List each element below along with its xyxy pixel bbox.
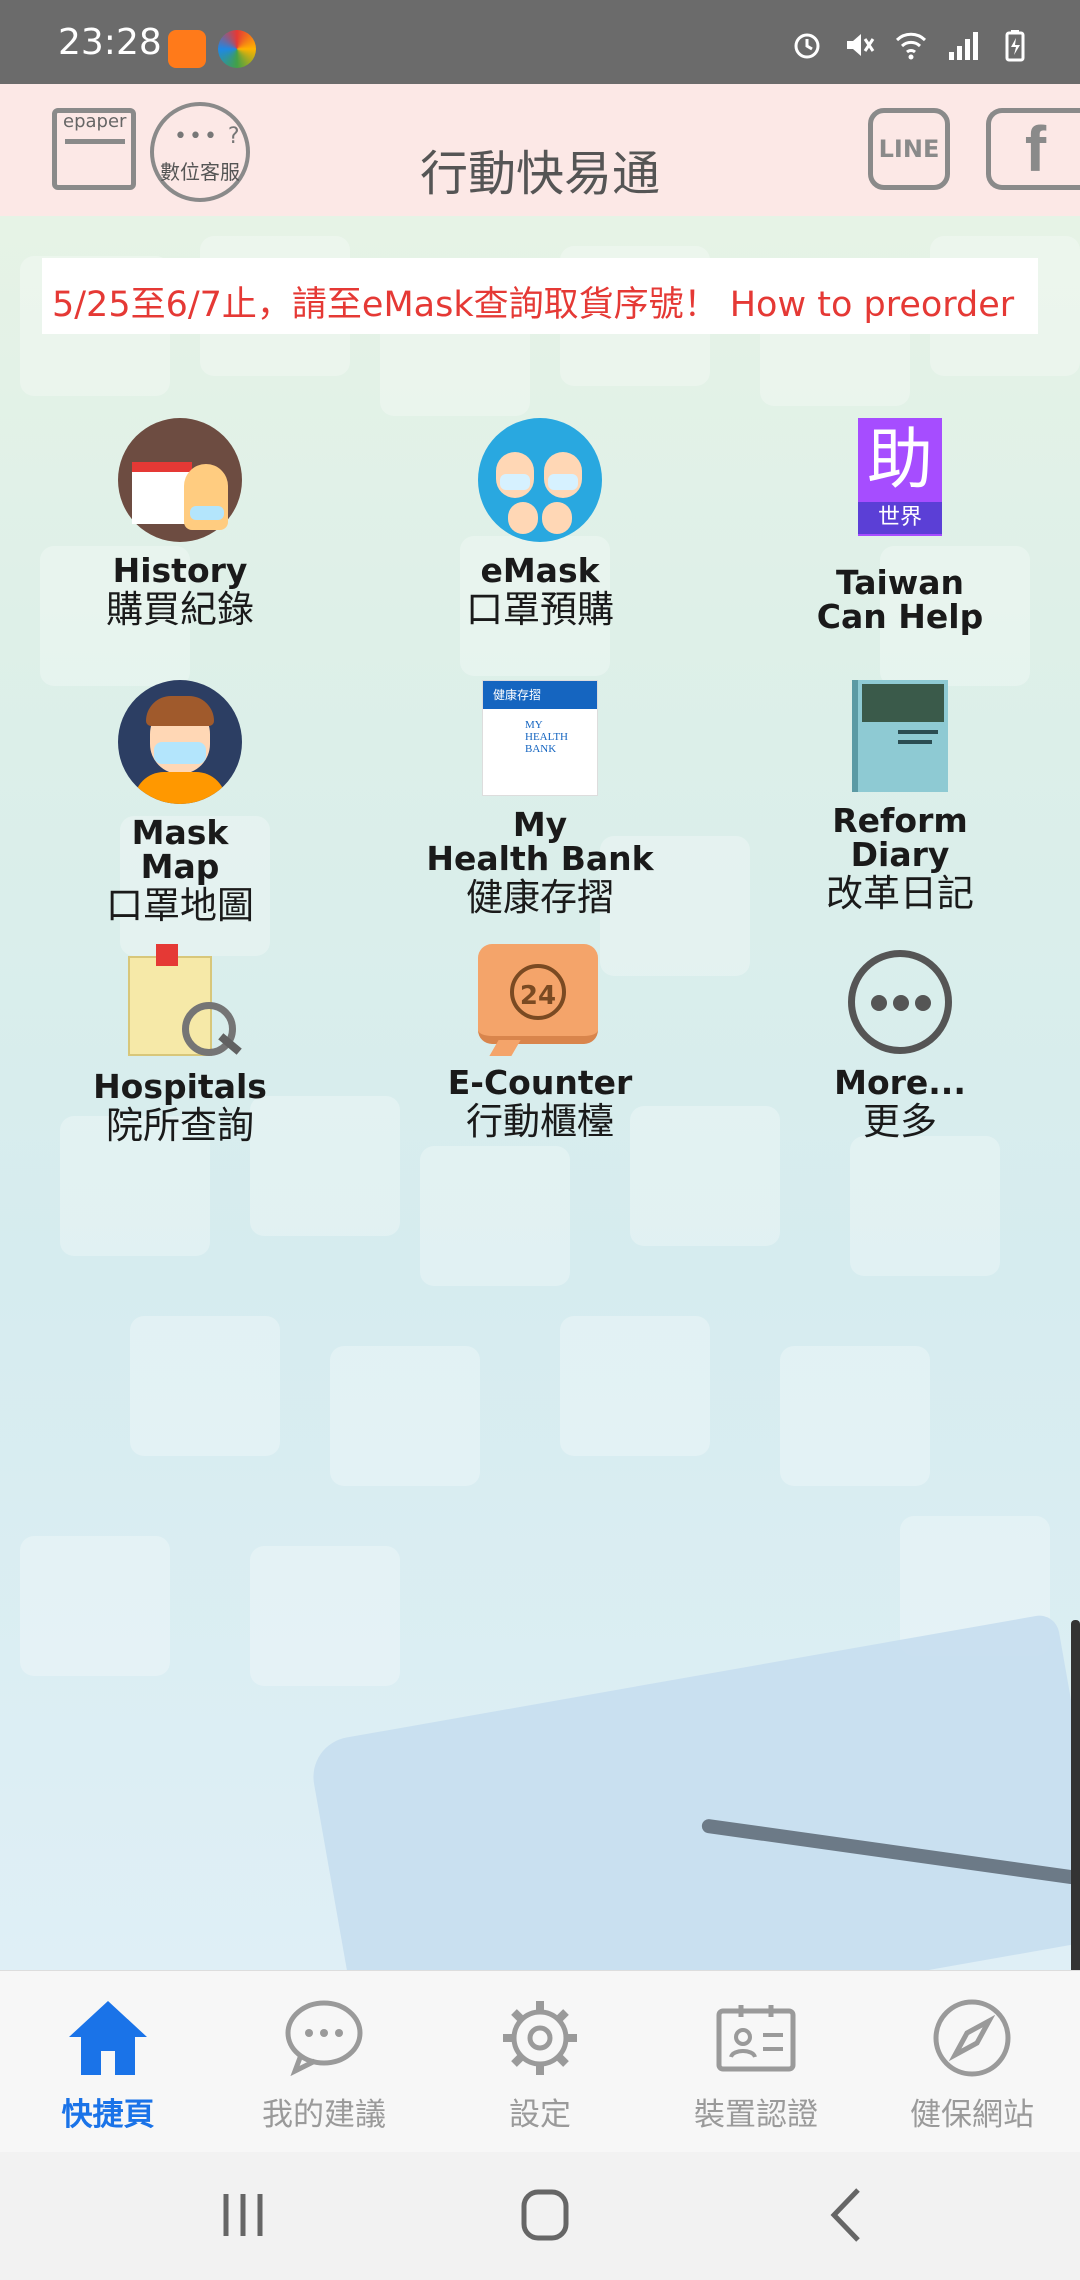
grid-item-zh-label: 更多 [863, 1100, 937, 1143]
taiwan-can-help-glyph: 助 [867, 421, 933, 498]
bottom-nav: 快捷頁 我的建議 設定 裝置認證 健保網站 [0, 1970, 1080, 2153]
grid-item-en-label: More... [834, 1063, 966, 1102]
grid-item-en-label: eMask [480, 551, 600, 590]
grid-item-zh-label: 行動櫃檯 [466, 1100, 614, 1143]
grid-item-mask-map[interactable]: Mask Map 口罩地圖 [0, 680, 360, 928]
24h-counter-icon: 24 [478, 944, 602, 1056]
grid-item-zh-label: 口罩地圖 [106, 884, 254, 927]
grid-item-zh-label: 購買紀錄 [106, 588, 254, 631]
book-icon [852, 680, 948, 792]
grid-item-zh-label: 健康存摺 [466, 876, 614, 919]
wifi-icon [894, 28, 928, 62]
signal-icon [946, 28, 980, 62]
tab-settings[interactable]: 設定 [432, 1971, 648, 2153]
facebook-button[interactable]: f [986, 108, 1080, 190]
tab-my-suggestions[interactable]: 我的建議 [216, 1971, 432, 2153]
battery-icon [998, 28, 1032, 62]
grid-item-zh-label: 院所查詢 [106, 1104, 254, 1147]
tab-device-auth[interactable]: 裝置認證 [648, 1971, 864, 2153]
system-navigation-bar [0, 2152, 1080, 2280]
tab-quick-page[interactable]: 快捷頁 [0, 1971, 216, 2153]
more-icon [848, 950, 952, 1054]
app-header: epaper ••• ? 數位客服 行動快易通 LINE f [0, 84, 1080, 216]
grid-item-taiwan-can-help[interactable]: 助 世界 Taiwan Can Help [720, 418, 1080, 634]
grid-item-en-label: Reform Diary [832, 801, 968, 874]
tab-label: 裝置認證 [694, 2097, 818, 2133]
taiwan-can-help-icon: 助 世界 [858, 418, 942, 536]
grid-item-emask[interactable]: eMask 口罩預購 [360, 418, 720, 632]
grid-item-zh-label: 口罩預購 [466, 588, 614, 631]
grid-item-health-bank[interactable]: 健康存摺 MY HEALTH BANK My Health Bank 健康存摺 [360, 680, 720, 920]
status-bar: 23:28 [0, 0, 1080, 84]
grid-item-zh-label: 改革日記 [826, 872, 974, 915]
grid-item-e-counter[interactable]: 24 E-Counter 行動櫃檯 [360, 944, 720, 1144]
grid-item-en-label: Mask Map [131, 813, 229, 886]
grid-item-en-label: My Health Bank [426, 805, 654, 878]
grid-item-history[interactable]: History 購買紀錄 [0, 418, 360, 632]
24h-counter-text: 24 [510, 964, 566, 1020]
announcement-marquee[interactable]: 5/25至6/7止，請至eMask查詢取貨序號！ How to preorder [42, 258, 1038, 334]
line-label: LINE [878, 135, 940, 163]
grid-item-en-label: Hospitals [93, 1067, 267, 1106]
health-bank-card-header: 健康存摺 [483, 681, 597, 709]
tab-label: 我的建議 [262, 2097, 386, 2133]
health-bank-icon: 健康存摺 MY HEALTH BANK [482, 680, 598, 796]
line-button[interactable]: LINE [868, 108, 950, 190]
hospital-search-icon [120, 944, 242, 1058]
facebook-icon: f [1024, 113, 1047, 185]
taiwan-can-help-subglyph: 世界 [858, 502, 942, 534]
grid-item-more[interactable]: More... 更多 [720, 944, 1080, 1144]
home-icon [63, 1993, 153, 2083]
tab-label: 設定 [509, 2097, 571, 2133]
alarm-icon [790, 28, 824, 62]
recent-apps-button[interactable] [198, 2180, 288, 2250]
app-notification-icon [168, 30, 206, 68]
home-button[interactable] [500, 2180, 590, 2250]
health-bank-card-text: MY HEALTH BANK [525, 719, 568, 755]
gear-icon [495, 1993, 585, 2083]
announcement-text: 5/25至6/7止，請至eMask查詢取貨序號！ How to preorder [52, 285, 1015, 325]
mute-icon [842, 28, 876, 62]
id-card-icon [711, 1993, 801, 2083]
grid-item-reform-diary[interactable]: Reform Diary 改革日記 [720, 680, 1080, 916]
grid-item-en-label: Taiwan Can Help [816, 563, 984, 636]
status-time: 23:28 [58, 22, 162, 63]
grid-item-en-label: History [112, 551, 248, 590]
grid-item-en-label: E-Counter [447, 1063, 633, 1102]
compass-icon [927, 1993, 1017, 2083]
mask-person-icon [118, 680, 242, 804]
tab-label: 健保網站 [910, 2097, 1034, 2133]
back-button[interactable] [800, 2180, 890, 2250]
notebook-illustration [307, 1612, 1080, 1970]
chat-icon [279, 1993, 369, 2083]
grid-item-hospitals[interactable]: Hospitals 院所查詢 [0, 944, 360, 1148]
tab-nhi-website[interactable]: 健保網站 [864, 1971, 1080, 2153]
mask-family-icon [478, 418, 602, 542]
tab-label: 快捷頁 [61, 2097, 155, 2133]
epaper-tag: epaper [63, 111, 127, 132]
browser-notification-icon [218, 30, 256, 68]
calendar-person-icon [118, 418, 242, 542]
